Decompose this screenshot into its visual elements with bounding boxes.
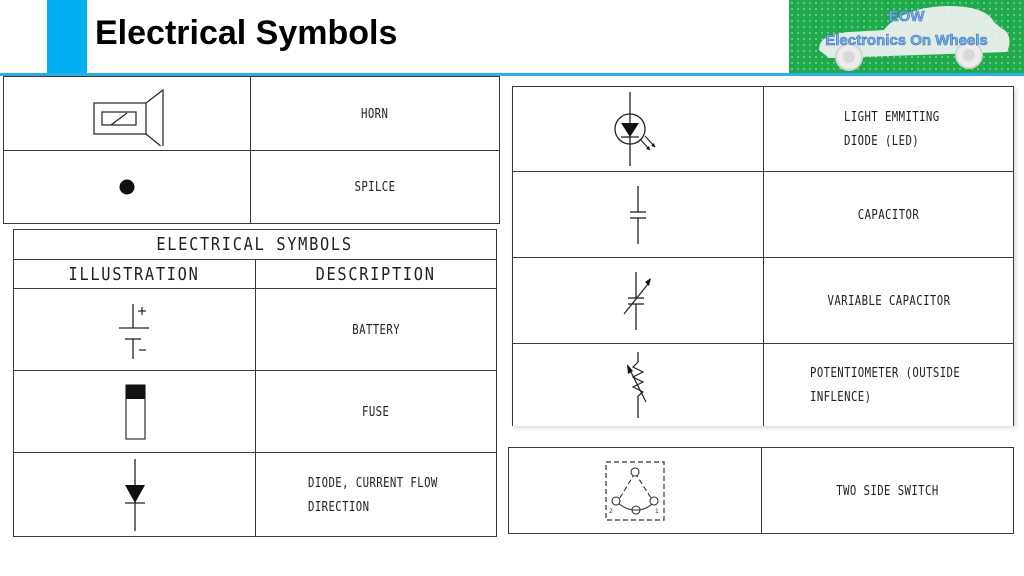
description-cell: SPILCE	[250, 150, 500, 224]
table-row: BATTERY	[13, 288, 497, 371]
two-side-switch-symbol-icon: 2 1	[605, 460, 665, 521]
illustration-cell	[3, 76, 251, 151]
description-cell: LIGHT EMMITING DIODE (LED)	[763, 86, 1014, 172]
illustration-cell	[13, 288, 256, 371]
description-capacitor: CAPACITOR	[857, 207, 920, 223]
description-cell: POTENTIOMETER (OUTSIDE INFLENCE)	[763, 343, 1014, 426]
page-title: Electrical Symbols	[95, 14, 398, 52]
description-led-line1: LIGHT EMMITING	[844, 110, 940, 125]
illustration-cell	[13, 452, 256, 537]
horn-symbol-icon	[93, 88, 164, 146]
table-row: POTENTIOMETER (OUTSIDE INFLENCE)	[512, 343, 1014, 426]
title-accent-bar	[47, 0, 87, 75]
description-cell: VARIABLE CAPACITOR	[763, 257, 1014, 344]
description-diode-line2: DIRECTION	[308, 499, 370, 515]
table-title-cell: ELECTRICAL SYMBOLS	[13, 229, 497, 260]
logo-abbreviation: EOW	[888, 8, 925, 26]
table-header-row: ILLUSTRATION DESCRIPTION	[13, 259, 497, 289]
table-row: FUSE	[13, 370, 497, 453]
illustration-cell: 2 1	[508, 447, 762, 534]
description-cell: FUSE	[255, 370, 497, 453]
splice-symbol-icon	[119, 179, 135, 195]
table-row: HORN	[3, 76, 500, 151]
description-splice: SPILCE	[354, 180, 396, 195]
illustration-cell	[512, 343, 764, 426]
table-two-side-switch: 2 1 TWO SIDE SWITCH	[508, 447, 1014, 534]
table-row: CAPACITOR	[512, 171, 1014, 258]
column-header-description: DESCRIPTION	[315, 263, 437, 285]
description-cell: DIODE, CURRENT FLOW DIRECTION	[255, 452, 497, 537]
logo: EOW Electronics On Wheels	[789, 0, 1024, 73]
table-row: VARIABLE CAPACITOR	[512, 257, 1014, 344]
table-right-symbols: LIGHT EMMITING DIODE (LED) CAPACITOR VAR…	[512, 86, 1014, 426]
terminal-label-1: 1	[655, 508, 659, 515]
illustration-cell	[512, 257, 764, 344]
fuse-symbol-icon	[124, 383, 146, 440]
description-potentiometer-line1: POTENTIOMETER (OUTSIDE	[810, 365, 961, 381]
battery-symbol-icon	[118, 303, 149, 359]
illustration-cell	[13, 370, 256, 453]
description-two-side-switch: TWO SIDE SWITCH	[836, 483, 939, 499]
table-row: LIGHT EMMITING DIODE (LED)	[512, 86, 1014, 172]
table-electrical-symbols: ELECTRICAL SYMBOLS ILLUSTRATION DESCRIPT…	[13, 229, 497, 537]
description-cell: BATTERY	[255, 288, 497, 371]
illustration-cell	[512, 171, 764, 258]
table-row: 2 1 TWO SIDE SWITCH	[508, 447, 1014, 534]
description-led-line2: DIODE (LED)	[844, 134, 920, 149]
diode-symbol-icon	[124, 458, 145, 531]
description-fuse: FUSE	[362, 404, 390, 420]
logo-name: Electronics On Wheels	[825, 32, 988, 50]
description-battery: BATTERY	[352, 322, 400, 338]
illustration-cell	[3, 150, 251, 224]
description-horn: HORN	[361, 106, 389, 122]
description-variable-capacitor: VARIABLE CAPACITOR	[827, 293, 950, 309]
description-cell: CAPACITOR	[763, 171, 1014, 258]
column-header: DESCRIPTION	[255, 259, 497, 289]
potentiometer-symbol-icon	[627, 351, 647, 418]
capacitor-symbol-icon	[630, 185, 646, 244]
description-cell: TWO SIDE SWITCH	[761, 447, 1014, 534]
terminal-label-2: 2	[609, 508, 613, 515]
table-title-row: ELECTRICAL SYMBOLS	[13, 229, 497, 260]
table-row: DIODE, CURRENT FLOW DIRECTION	[13, 452, 497, 537]
description-potentiometer-line2: INFLENCE)	[810, 389, 872, 405]
table-horn-splice: HORN SPILCE	[3, 76, 500, 224]
variable-capacitor-symbol-icon	[623, 271, 651, 330]
description-diode-line1: DIODE, CURRENT FLOW	[308, 475, 438, 491]
column-header: ILLUSTRATION	[13, 259, 256, 289]
table-title: ELECTRICAL SYMBOLS	[156, 234, 354, 255]
illustration-cell	[512, 86, 764, 172]
led-symbol-icon	[614, 92, 656, 166]
description-cell: HORN	[250, 76, 500, 151]
column-header-illustration: ILLUSTRATION	[69, 263, 200, 285]
table-row: SPILCE	[3, 150, 500, 224]
